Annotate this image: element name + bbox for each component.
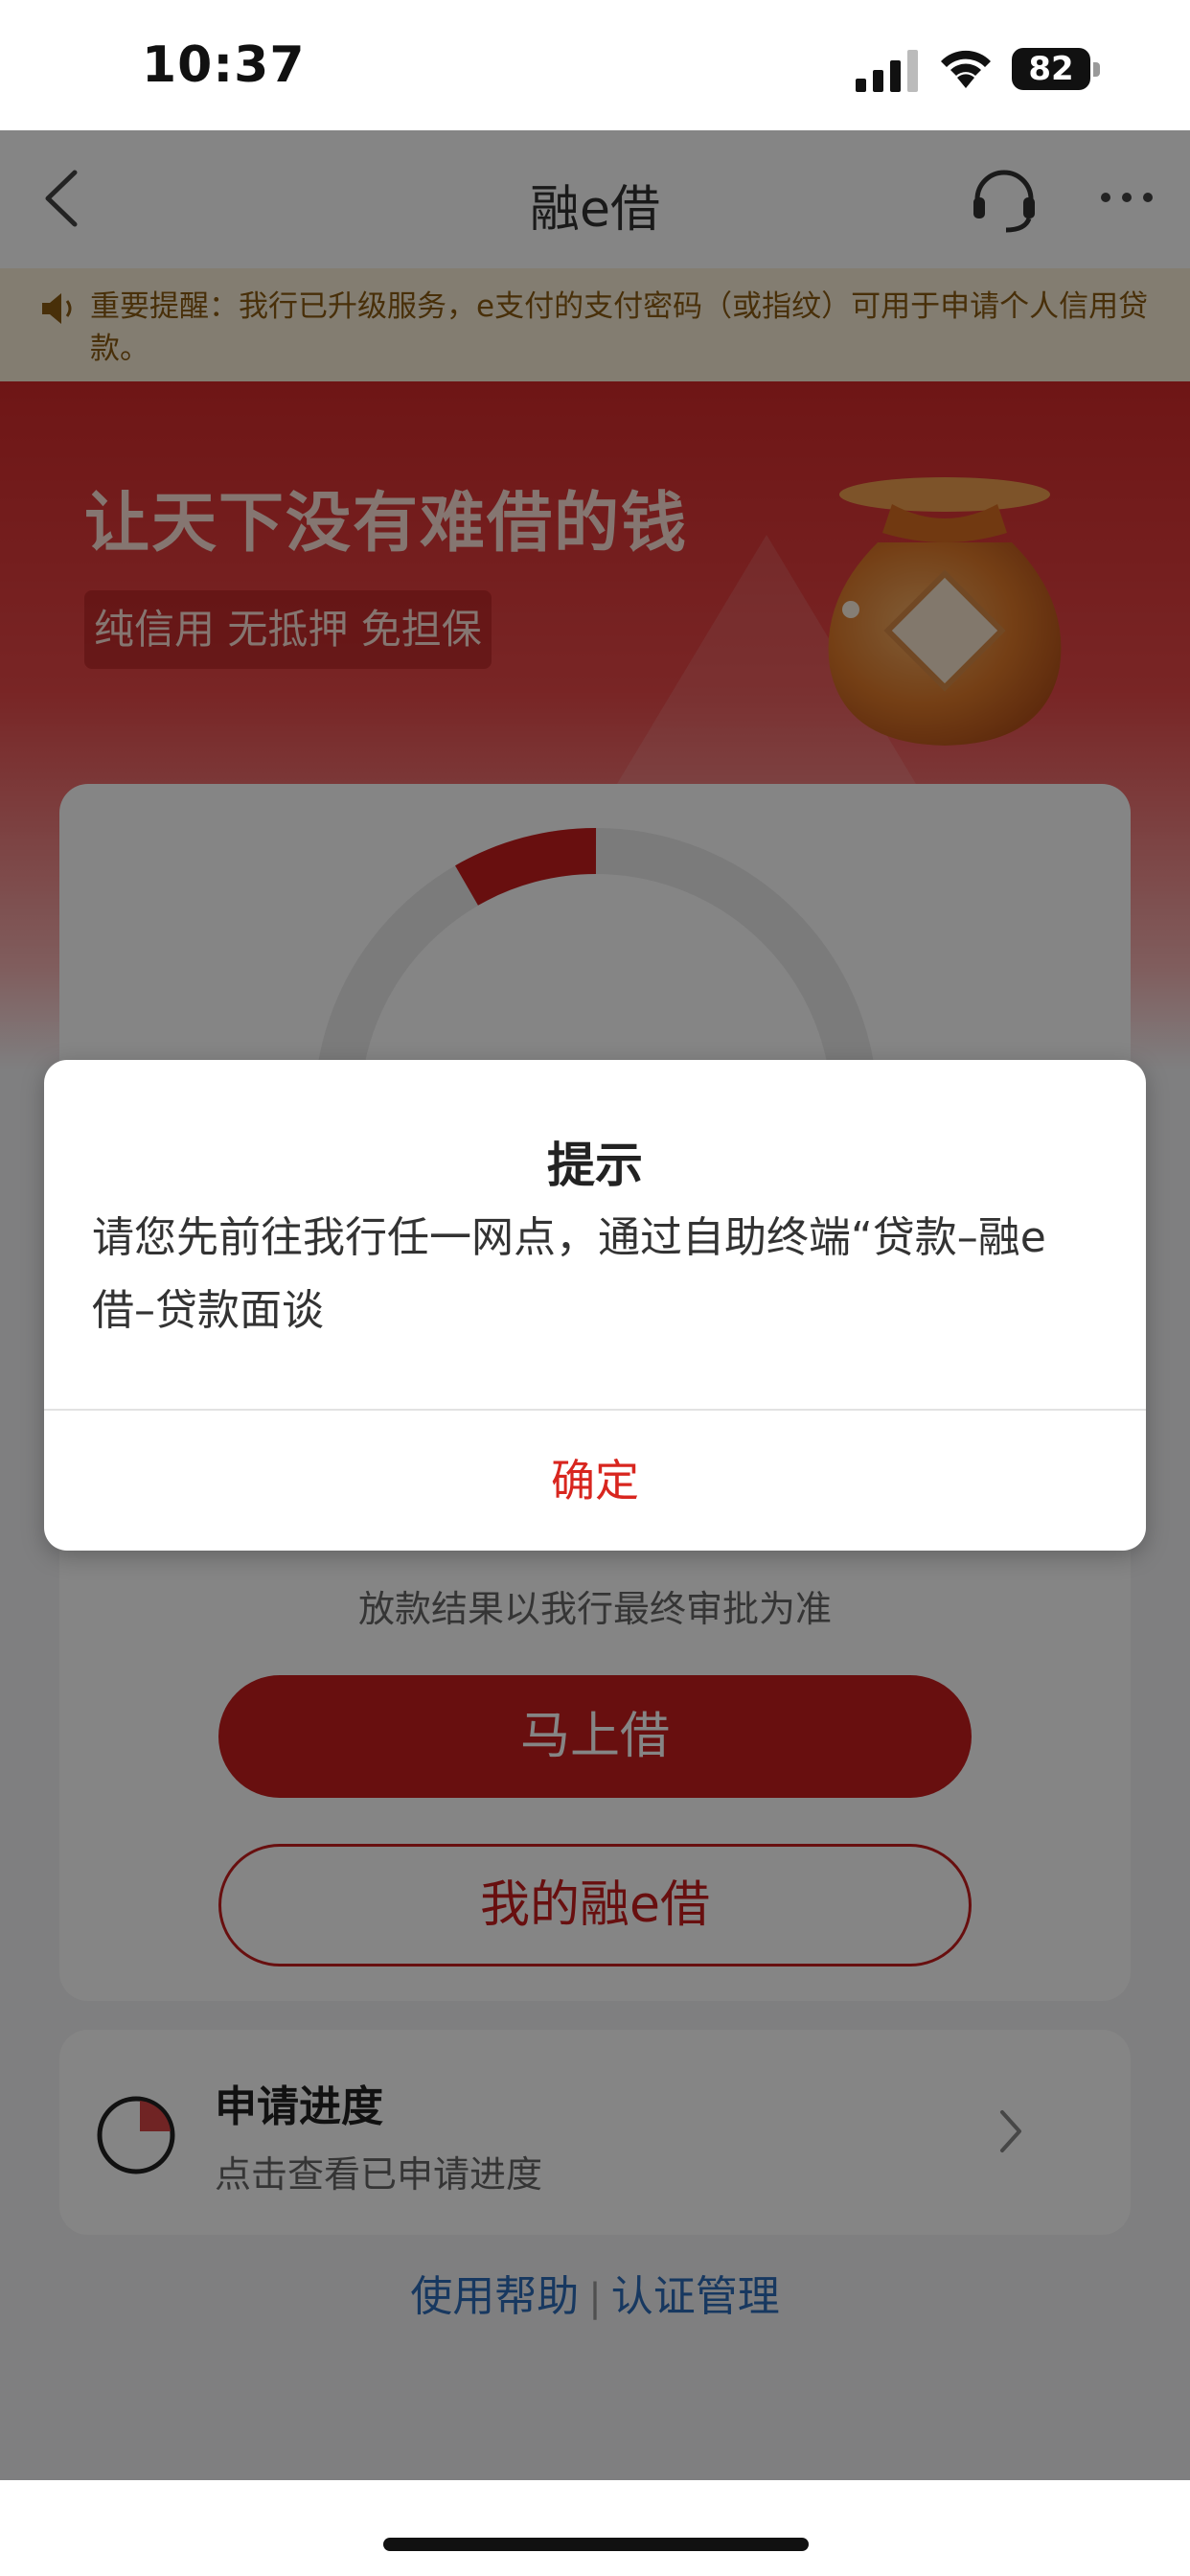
dialog-message: 请您先前往我行任一网点，通过自助终端“贷款–融e借–贷款面谈 <box>92 1213 1046 1335</box>
status-time: 10:37 <box>142 36 306 94</box>
wifi-icon <box>941 50 991 88</box>
battery-icon: 82 <box>1012 48 1100 90</box>
bottom-safe-area <box>0 2480 1190 2576</box>
dialog-title: 提示 <box>547 1138 643 1193</box>
cellular-signal-icon <box>856 50 918 92</box>
alert-dialog: 提示 请您先前往我行任一网点，通过自助终端“贷款–融e借–贷款面谈 确定 <box>44 1060 1146 1551</box>
battery-level: 82 <box>1028 50 1074 88</box>
status-bar: 10:37 82 <box>0 0 1190 130</box>
confirm-button[interactable]: 确定 <box>44 1411 1146 1551</box>
home-indicator[interactable] <box>383 2538 809 2551</box>
